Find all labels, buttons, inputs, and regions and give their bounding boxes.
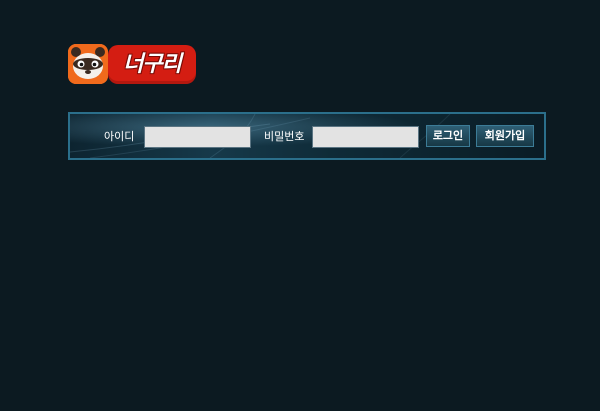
id-input[interactable] (144, 126, 251, 148)
password-label: 비밀번호 (264, 130, 305, 143)
login-bar: 아이디 비밀번호 로그인 회원가입 (68, 112, 546, 160)
id-label: 아이디 (104, 130, 135, 143)
raccoon-icon (68, 44, 108, 84)
password-input[interactable] (312, 126, 419, 148)
logo-text: 너구리 (123, 52, 182, 77)
background-streaks (70, 114, 451, 158)
join-button[interactable]: 회원가입 (476, 125, 534, 147)
site-logo[interactable]: 너구리 (68, 44, 198, 86)
page: 너구리 아이디 비밀번호 로그인 회원가입 (0, 0, 600, 411)
login-button[interactable]: 로그인 (426, 125, 470, 147)
logo-wordmark: 너구리 (108, 45, 196, 84)
